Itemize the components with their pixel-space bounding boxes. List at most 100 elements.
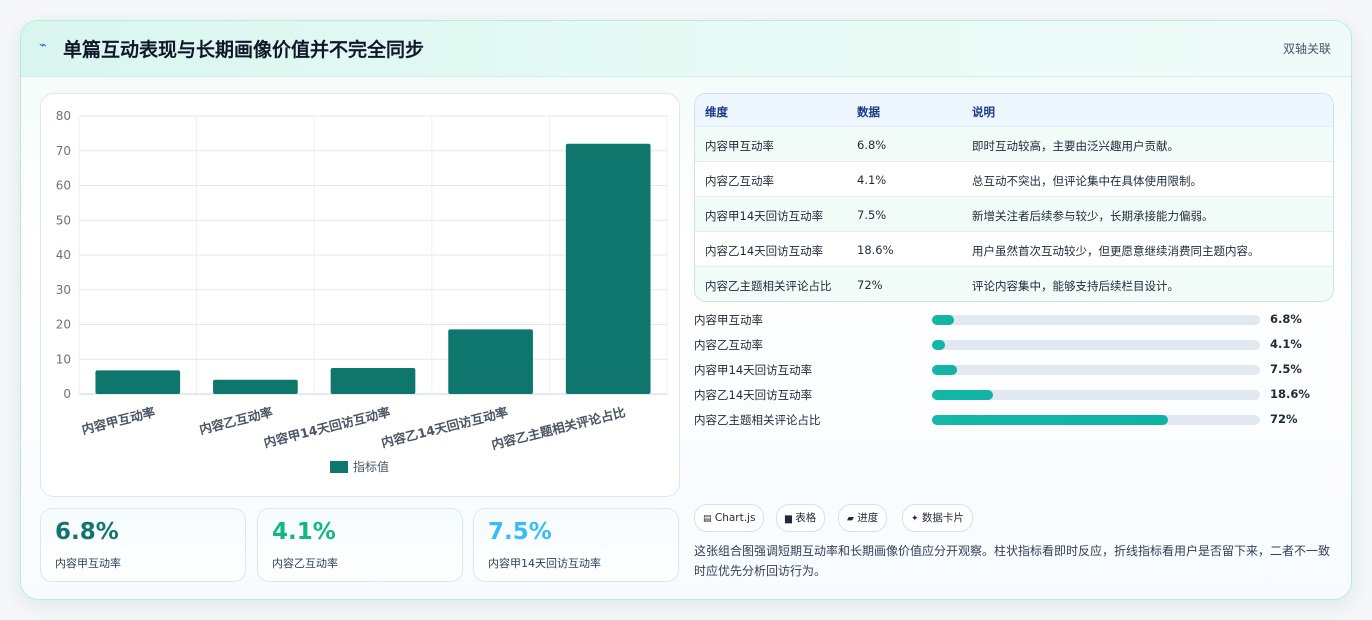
- bar-chart-panel: 0 10 20 30 40 50 60 70 80 内容甲互动率 内容乙互动率 内容甲14天回访互动率…: [40, 93, 680, 497]
- y-tick-label: 30: [56, 283, 71, 297]
- y-tick-label: 0: [63, 387, 71, 401]
- chip-table[interactable]: ▆ 表格: [776, 504, 826, 532]
- progress-fill: [932, 365, 957, 375]
- x-tick-label: 内容乙14天回访互动率: [380, 404, 510, 450]
- table-cell-description: 即时互动较高，主要由泛兴趣用户贡献。: [972, 139, 1179, 153]
- progress-track: [932, 315, 1260, 325]
- progress-fill: [932, 415, 1169, 425]
- table-cell-description: 评论内容集中，能够支持后续栏目设计。: [972, 279, 1179, 293]
- chip-progress[interactable]: ▰ 进度: [838, 504, 888, 532]
- y-tick-label: 20: [56, 318, 71, 332]
- bar: [330, 367, 416, 394]
- y-tick-label: 60: [56, 179, 71, 193]
- progress-label: 内容甲14天回访互动率: [694, 363, 813, 377]
- card-title: 单篇互动表现与长期画像价值并不完全同步: [63, 39, 425, 61]
- table-header-cell: 说明: [972, 105, 995, 119]
- chip-label: 表格: [795, 512, 817, 524]
- kpi-label: 内容甲互动率: [55, 557, 121, 570]
- chip-label: Chart.js: [714, 512, 756, 524]
- progress-value: 18.6%: [1270, 387, 1310, 401]
- table-cell-value: 72%: [857, 278, 883, 292]
- progress-label: 内容乙14天回访互动率: [694, 388, 813, 402]
- y-tick-label: 50: [56, 213, 71, 227]
- table-cell-description: 用户虽然首次互动较少，但更愿意继续消费同主题内容。: [972, 244, 1260, 258]
- table-row: 内容乙互动率 4.1% 总互动不突出，但评论集中在具体使用限制。: [695, 161, 1333, 197]
- chip-label: 进度: [857, 512, 879, 524]
- progress-value: 7.5%: [1270, 362, 1302, 376]
- x-tick-label: 内容乙互动率: [198, 404, 275, 437]
- table-cell-value: 7.5%: [857, 208, 887, 222]
- table-cell-dimension: 内容乙主题相关评论占比: [705, 279, 832, 293]
- table-header-row: 维度 数据 说明: [695, 94, 1333, 126]
- table-cell-dimension: 内容乙互动率: [705, 174, 774, 188]
- table-cell-description: 新增关注者后续参与较少，长期承接能力偏弱。: [972, 209, 1214, 223]
- progress-value: 6.8%: [1270, 312, 1302, 326]
- chart-icon: ▤: [703, 514, 712, 524]
- progress-label: 内容甲互动率: [694, 313, 763, 327]
- table-icon: ▆: [785, 514, 792, 524]
- y-tick-label: 10: [56, 352, 71, 366]
- progress-track: [932, 365, 1260, 375]
- bar: [95, 370, 181, 394]
- kpi-card: 6.8% 内容甲互动率: [40, 508, 246, 582]
- kpi-value: 6.8%: [55, 519, 119, 545]
- progress-label: 内容乙主题相关评论占比: [694, 413, 821, 427]
- sparkle-icon: ⌁: [39, 38, 47, 53]
- chip-sparkle[interactable]: ✦ 数据卡片: [902, 504, 973, 532]
- progress-track: [932, 415, 1260, 425]
- table-cell-value: 18.6%: [857, 243, 894, 257]
- progress-row: 内容乙主题相关评论占比 72%: [694, 410, 1334, 430]
- table-row: 内容乙主题相关评论占比 72% 评论内容集中，能够支持后续栏目设计。: [695, 266, 1333, 301]
- card-header: ⌁ 单篇互动表现与长期画像价值并不完全同步 双轴关联: [21, 21, 1351, 77]
- progress-icon: ▰: [847, 514, 854, 524]
- sparkle-icon: ✦: [911, 514, 919, 524]
- progress-value: 4.1%: [1270, 337, 1302, 351]
- legend-swatch: [330, 461, 348, 473]
- table-header-cell: 维度: [705, 105, 728, 119]
- table-cell-dimension: 内容乙14天回访互动率: [705, 244, 824, 258]
- progress-fill: [932, 390, 993, 400]
- legend-label: 指标值: [353, 459, 389, 474]
- chip-chart[interactable]: ▤ Chart.js: [694, 504, 765, 532]
- bar-chart: 0 10 20 30 40 50 60 70 80 内容甲互动率 内容乙互动率内容甲14天回访互动率…: [56, 109, 668, 474]
- progress-label: 内容乙互动率: [694, 338, 763, 352]
- kpi-value: 7.5%: [488, 519, 552, 545]
- progress-track: [932, 390, 1260, 400]
- kpi-card: 7.5% 内容甲14天回访互动率: [473, 508, 679, 582]
- summary-note: 这张组合图强调短期互动率和长期画像价值应分开观察。柱状指标看即时反应，折线指标看…: [694, 544, 1331, 578]
- y-tick-label: 80: [56, 109, 71, 123]
- progress-row: 内容乙14天回访互动率 18.6%: [694, 385, 1334, 405]
- report-card: ⌁ 单篇互动表现与长期画像价值并不完全同步 双轴关联 0 10 20 30 40 50 60…: [20, 20, 1352, 600]
- header-tag: 双轴关联: [1282, 42, 1331, 56]
- chip-label: 数据卡片: [921, 512, 964, 524]
- x-tick-label: 内容甲14天回访互动率: [262, 404, 392, 450]
- kpi-label: 内容乙互动率: [272, 557, 338, 570]
- progress-row: 内容乙互动率 4.1%: [694, 335, 1334, 355]
- table-cell-description: 总互动不突出，但评论集中在具体使用限制。: [972, 174, 1202, 188]
- kpi-value: 4.1%: [272, 519, 336, 545]
- progress-row: 内容甲互动率 6.8%: [694, 310, 1334, 330]
- progress-fill: [932, 315, 955, 325]
- progress-value: 72%: [1270, 412, 1298, 426]
- table-cell-value: 4.1%: [857, 173, 887, 187]
- progress-fill: [932, 340, 946, 350]
- y-tick-label: 40: [56, 248, 71, 262]
- table-cell-dimension: 内容甲互动率: [705, 139, 774, 153]
- bar: [565, 143, 651, 394]
- data-table: 维度 数据 说明 内容甲互动率 6.8% 即时互动较高，主要由泛兴趣用户贡献。内…: [694, 93, 1334, 302]
- kpi-label: 内容甲14天回访互动率: [488, 557, 601, 570]
- table-cell-dimension: 内容甲14天回访互动率: [705, 209, 824, 223]
- table-row: 内容甲14天回访互动率 7.5% 新增关注者后续参与较少，长期承接能力偏弱。: [695, 196, 1333, 232]
- progress-row: 内容甲14天回访互动率 7.5%: [694, 360, 1334, 380]
- bar: [448, 329, 533, 394]
- kpi-card: 4.1% 内容乙互动率: [257, 508, 463, 582]
- table-header-cell: 数据: [857, 105, 880, 119]
- x-tick-label: 内容甲互动率: [80, 404, 157, 437]
- table-cell-value: 6.8%: [857, 138, 887, 152]
- table-row: 内容乙14天回访互动率 18.6% 用户虽然首次互动较少，但更愿意继续消费同主题…: [695, 231, 1333, 267]
- progress-track: [932, 340, 1260, 350]
- y-tick-label: 70: [56, 144, 71, 158]
- table-row: 内容甲互动率 6.8% 即时互动较高，主要由泛兴趣用户贡献。: [695, 126, 1333, 162]
- bar: [213, 379, 298, 394]
- x-tick-label: 内容乙主题相关评论占比: [490, 404, 628, 452]
